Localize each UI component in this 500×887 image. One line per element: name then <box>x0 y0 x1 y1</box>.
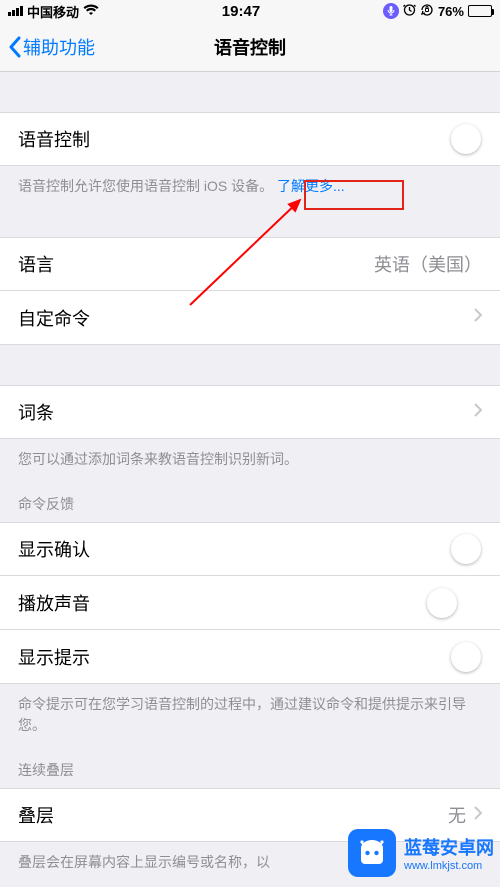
chevron-right-icon <box>474 308 482 327</box>
back-button[interactable]: 辅助功能 <box>8 34 95 60</box>
battery-percent: 76% <box>438 4 464 19</box>
carrier-label: 中国移动 <box>27 2 79 21</box>
mic-indicator-icon <box>383 3 399 19</box>
language-value: 英语（美国） <box>374 251 482 277</box>
wifi-icon <box>83 4 99 19</box>
status-time: 19:47 <box>222 3 260 20</box>
status-left: 中国移动 <box>8 2 99 21</box>
watermark-url: www.lmkjst.com <box>404 860 494 872</box>
overlay-label: 叠层 <box>18 802 448 828</box>
custom-commands-label: 自定命令 <box>18 305 466 331</box>
language-label: 语言 <box>18 251 374 277</box>
back-label: 辅助功能 <box>23 34 95 60</box>
voice-control-label: 语音控制 <box>18 126 426 152</box>
status-bar: 中国移动 19:47 76% <box>0 0 500 22</box>
overlay-value: 无 <box>448 802 466 828</box>
vocabulary-label: 词条 <box>18 399 466 425</box>
overlay-header: 连续叠层 <box>0 736 500 788</box>
rotation-lock-icon <box>420 3 434 20</box>
feedback-footer: 命令提示可在您学习语音控制的过程中，通过建议命令和提供提示来引导您。 <box>0 684 500 736</box>
show-hints-switch[interactable] <box>426 641 482 673</box>
language-cell[interactable]: 语言 英语（美国） <box>0 237 500 291</box>
play-sound-cell: 播放声音 <box>0 576 500 630</box>
nav-bar: 辅助功能 语音控制 <box>0 22 500 72</box>
alarm-icon <box>403 3 416 19</box>
feedback-header: 命令反馈 <box>0 470 500 522</box>
play-sound-label: 播放声音 <box>18 590 426 616</box>
battery-icon <box>468 5 492 17</box>
show-confirmation-label: 显示确认 <box>18 536 426 562</box>
annotation-highlight-box <box>304 180 404 210</box>
watermark-robot-icon <box>348 829 396 877</box>
vocabulary-cell[interactable]: 词条 <box>0 385 500 439</box>
show-confirmation-switch[interactable] <box>426 533 482 565</box>
cellular-signal-icon <box>8 6 23 16</box>
custom-commands-cell[interactable]: 自定命令 <box>0 291 500 345</box>
voice-control-cell: 语音控制 <box>0 112 500 166</box>
show-confirmation-cell: 显示确认 <box>0 522 500 576</box>
watermark-name: 蓝莓安卓网 <box>404 834 494 860</box>
play-sound-switch[interactable] <box>426 587 482 619</box>
voice-control-footer-text: 语音控制允许您使用语音控制 iOS 设备。 <box>18 178 273 194</box>
voice-control-footer: 语音控制允许您使用语音控制 iOS 设备。 了解更多... <box>0 166 500 197</box>
watermark: 蓝莓安卓网 www.lmkjst.com <box>348 829 494 877</box>
vocabulary-footer: 您可以通过添加词条来教语音控制识别新词。 <box>0 439 500 470</box>
voice-control-switch[interactable] <box>426 123 482 155</box>
chevron-right-icon <box>474 403 482 422</box>
show-hints-label: 显示提示 <box>18 644 426 670</box>
show-hints-cell: 显示提示 <box>0 630 500 684</box>
chevron-left-icon <box>8 36 21 58</box>
page-title: 语音控制 <box>214 34 286 60</box>
chevron-right-icon <box>474 806 482 825</box>
status-right: 76% <box>383 3 492 20</box>
